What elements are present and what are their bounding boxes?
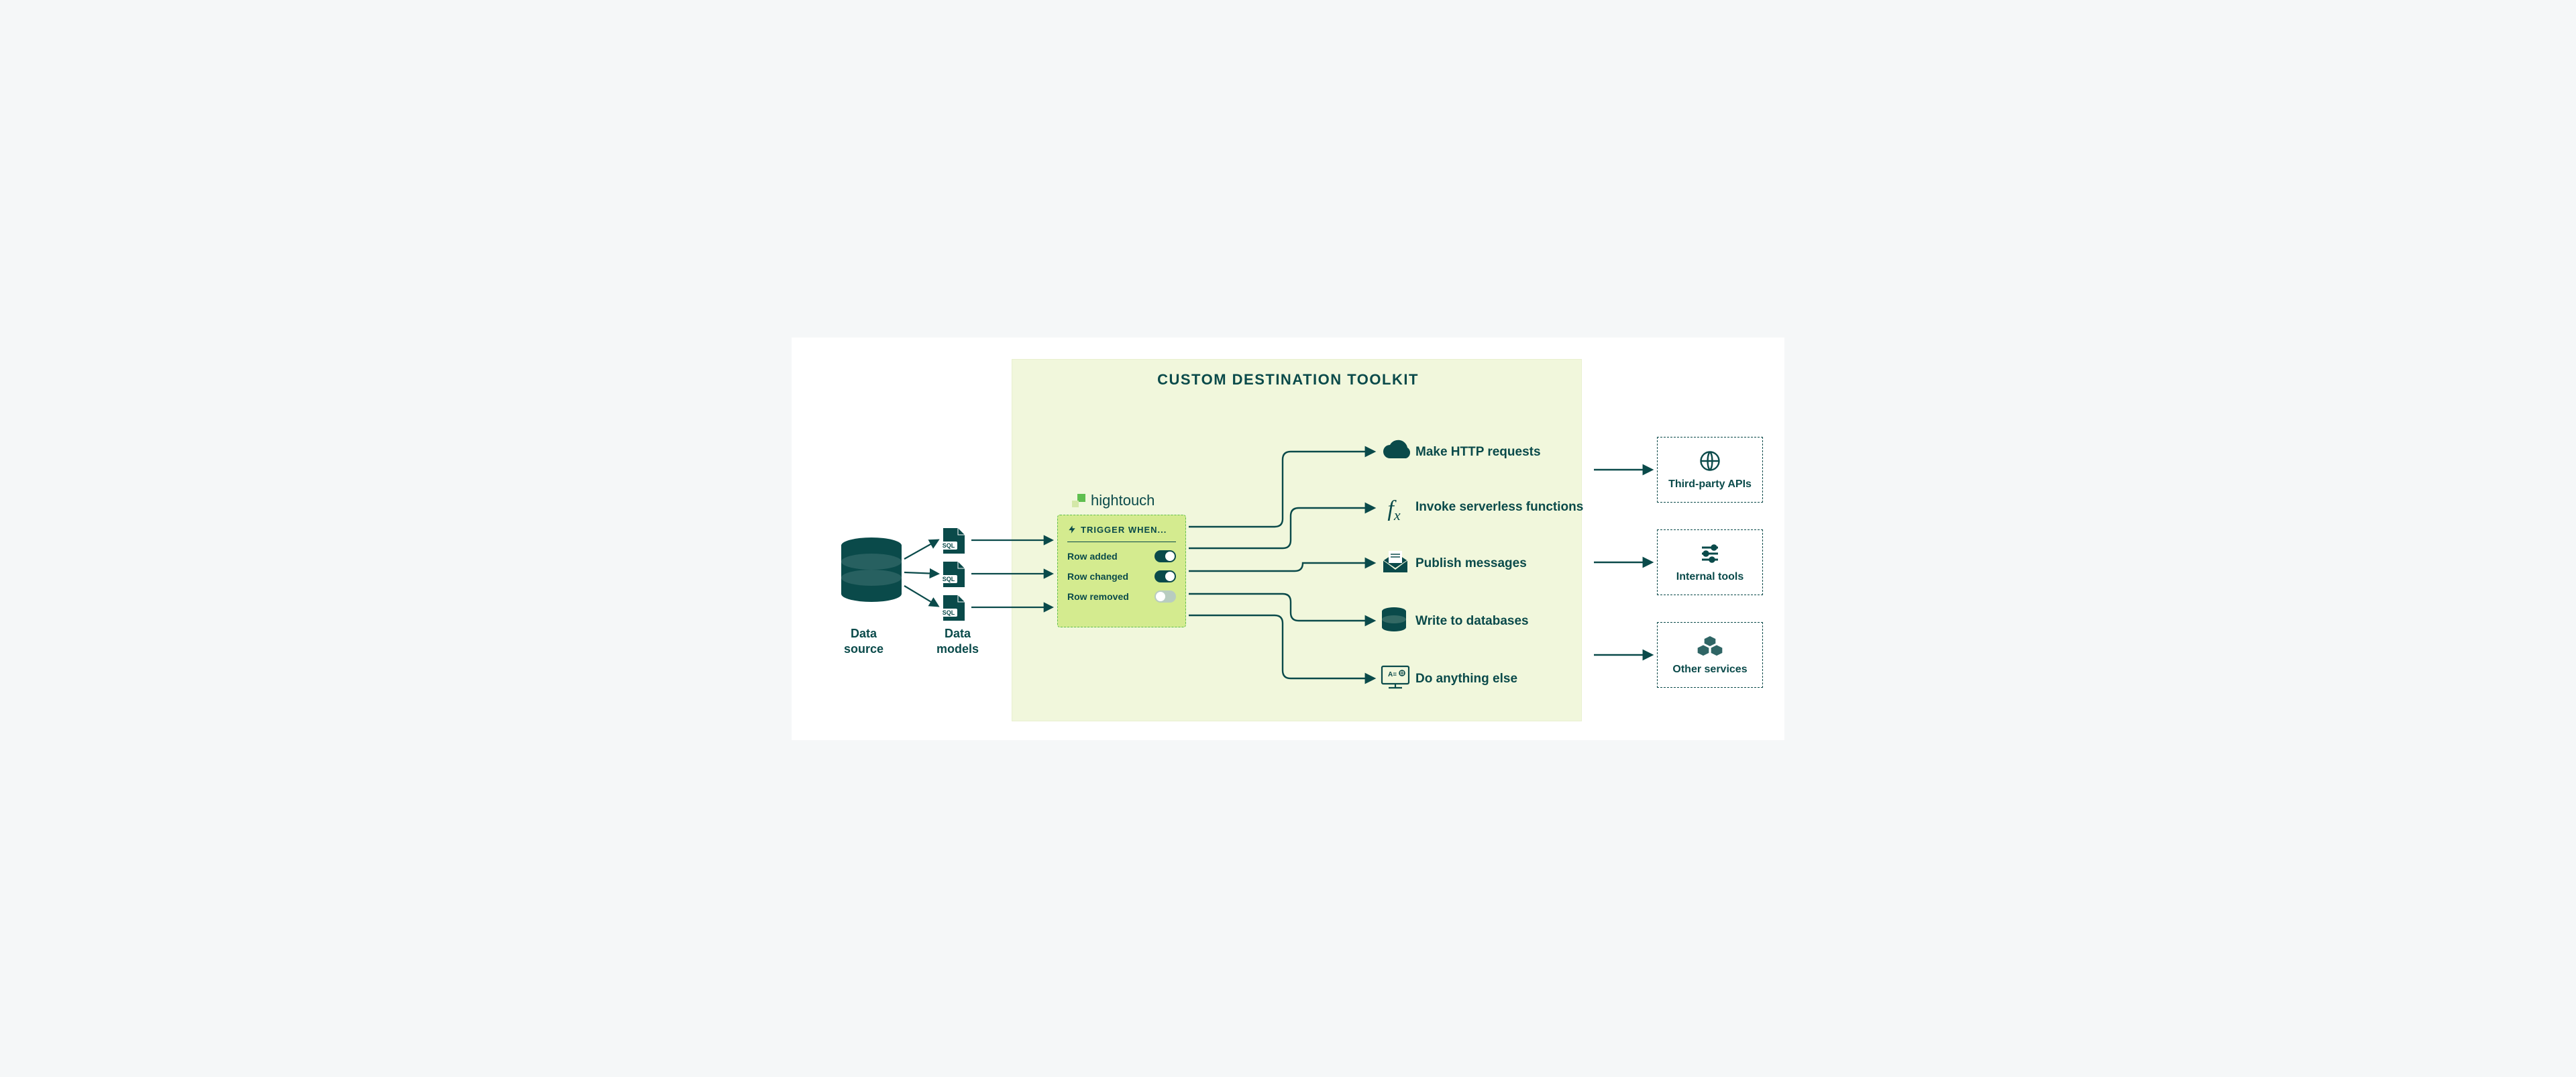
svg-text:SQL: SQL [943,576,955,582]
sql-icon: SQL [940,595,965,621]
monitor-icon: A≡ [1382,666,1409,688]
arrow [904,572,938,574]
svg-text:SQL: SQL [943,609,955,616]
arrow [904,540,938,559]
arrow [1189,594,1374,621]
arrow [1189,615,1374,678]
database-icon [841,537,902,602]
diagram-svg: SQL SQL SQL fx [792,338,1784,740]
arrow [904,586,938,606]
sql-icon: SQL [940,562,965,587]
arrow [1189,508,1374,548]
svg-text:A≡: A≡ [1388,671,1397,678]
arrow [1189,563,1374,571]
arrow [1189,452,1374,527]
sql-icon: SQL [940,528,965,554]
database-small-icon [1382,607,1406,631]
cloud-icon [1383,440,1410,458]
diagram-canvas: CUSTOM DESTINATION TOOLKIT hightouch TRI… [792,338,1784,740]
fx-icon: fx [1387,497,1400,523]
envelope-icon [1383,551,1407,572]
svg-text:SQL: SQL [943,542,955,549]
